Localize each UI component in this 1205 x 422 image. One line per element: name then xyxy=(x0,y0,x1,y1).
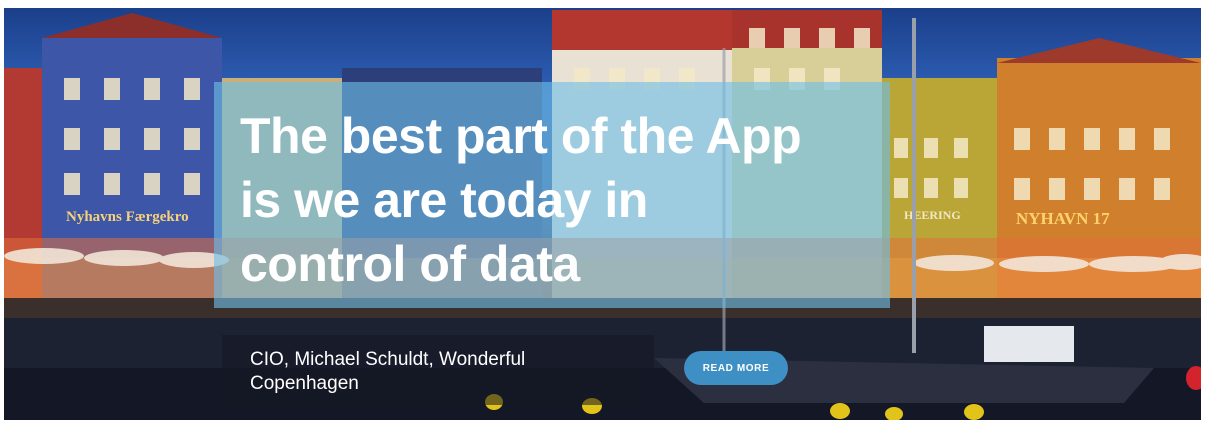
hero-caption: CIO, Michael Schuldt, Wonderful Copenhag… xyxy=(250,348,626,396)
headline-line: control of data xyxy=(240,236,580,292)
read-more-button[interactable]: READ MORE xyxy=(684,351,788,385)
caption-panel: CIO, Michael Schuldt, Wonderful Copenhag… xyxy=(222,335,654,405)
hero-banner: Nyhavns Færgekro HEERING NYHAVN 17 The b… xyxy=(4,8,1201,420)
caption-line: CIO, Michael Schuldt, Wonderful xyxy=(250,349,526,370)
hero-headline: The best part of the App is we are today… xyxy=(240,104,880,296)
headline-line: The best part of the App xyxy=(240,108,802,164)
sign-right: NYHAVN 17 xyxy=(1016,209,1110,228)
sign-left: Nyhavns Færgekro xyxy=(66,209,189,225)
caption-line: Copenhagen xyxy=(250,373,359,394)
headline-panel: The best part of the App is we are today… xyxy=(214,82,890,308)
headline-line: is we are today in xyxy=(240,172,648,228)
